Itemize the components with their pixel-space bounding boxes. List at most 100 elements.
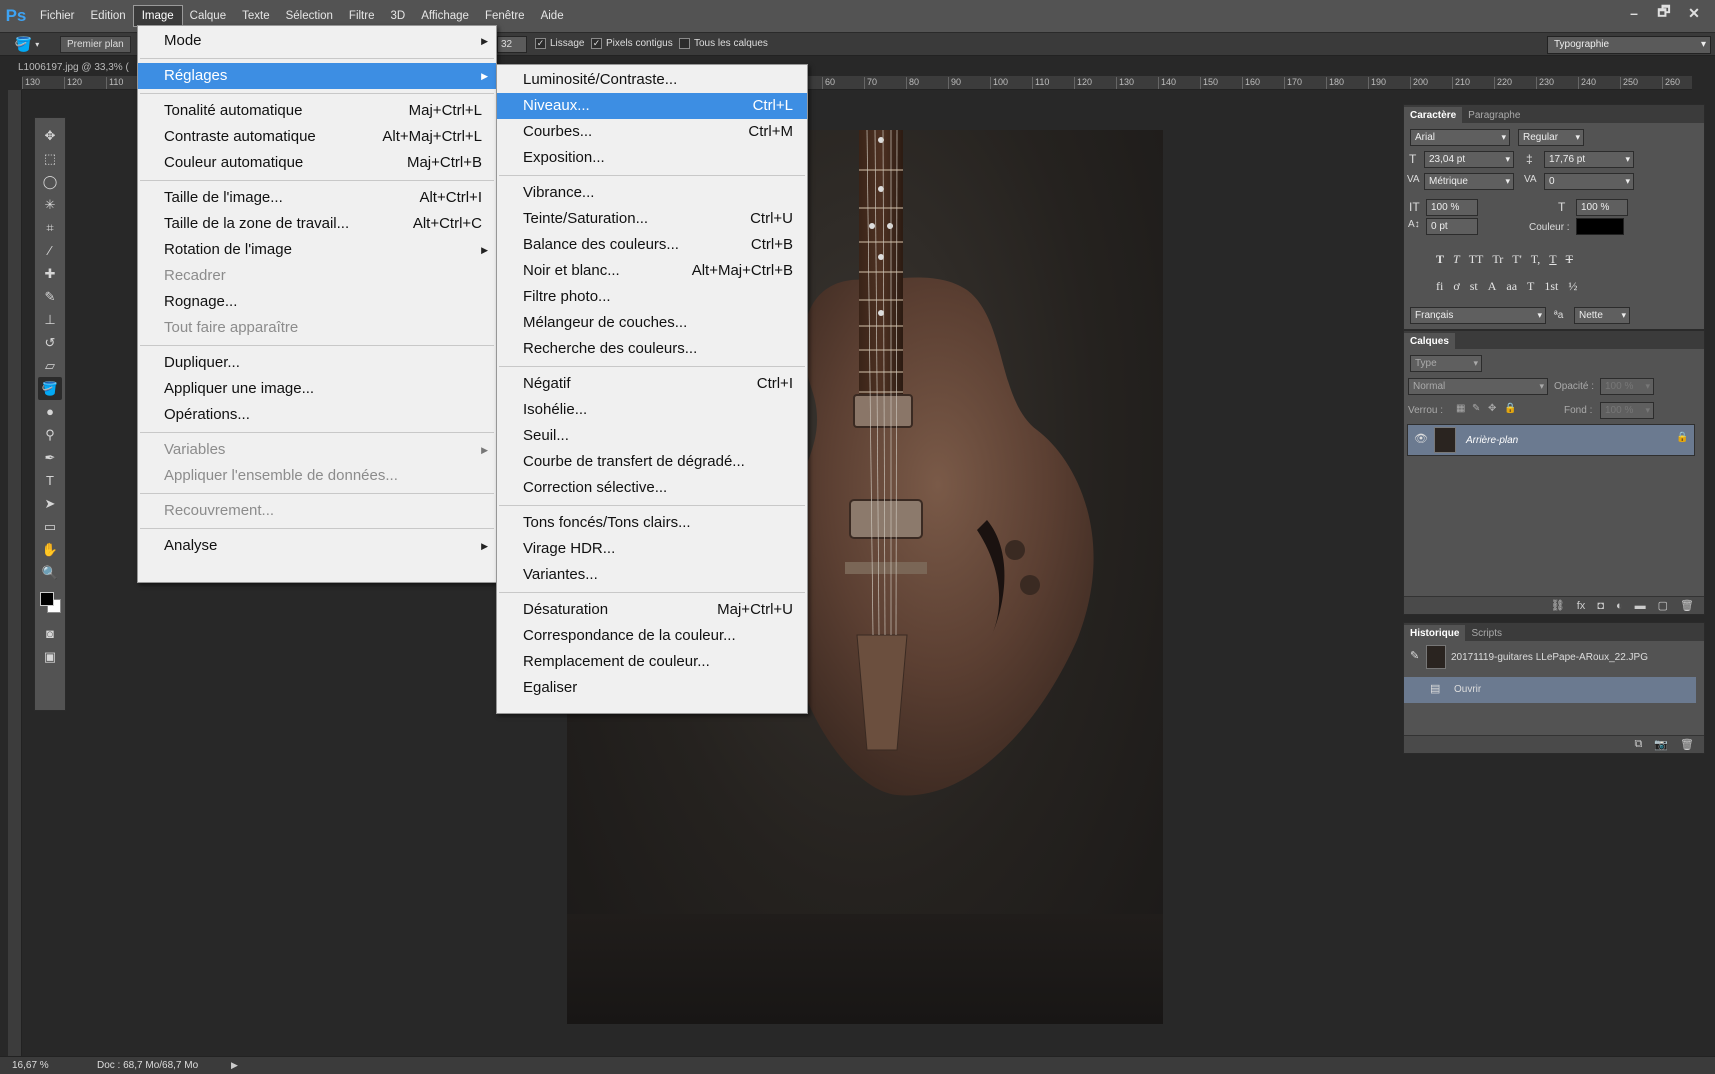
blend-mode-select[interactable]: Normal <box>1408 378 1548 395</box>
all-caps-button[interactable]: TT <box>1469 252 1484 267</box>
layer-row[interactable]: 👁 Arrière-plan 🔒 <box>1407 424 1695 456</box>
color-swatches[interactable] <box>36 588 64 618</box>
history-brush-tool-icon[interactable]: ↺ <box>38 331 62 354</box>
font-style-select[interactable]: Regular <box>1518 129 1584 146</box>
marquee-tool-icon[interactable]: ⬚ <box>38 147 62 170</box>
workspace-select[interactable]: Typographie <box>1547 36 1711 54</box>
menu-filtre[interactable]: Filtre <box>341 6 383 26</box>
reglages-menu-item[interactable]: Variantes... <box>497 562 807 588</box>
foreground-color-swatch[interactable] <box>40 592 54 606</box>
reglages-menu-item[interactable]: Tons foncés/Tons clairs... <box>497 510 807 536</box>
reglages-menu-item[interactable]: Courbe de transfert de dégradé... <box>497 449 807 475</box>
opacity-input[interactable]: 100 % <box>1600 378 1654 395</box>
menu-calque[interactable]: Calque <box>182 6 234 26</box>
reglages-menu-item[interactable]: Egaliser <box>497 675 807 701</box>
menu-3d[interactable]: 3D <box>382 6 413 26</box>
close-button[interactable]: ✕ <box>1679 2 1709 24</box>
vertical-scale-input[interactable]: 100 % <box>1426 199 1478 216</box>
hand-tool-icon[interactable]: ✋ <box>38 538 62 561</box>
pen-tool-icon[interactable]: ✒ <box>38 446 62 469</box>
camera-icon[interactable]: 📷 <box>1654 738 1668 751</box>
reglages-menu-item[interactable]: Isohélie... <box>497 397 807 423</box>
reglages-menu-item[interactable]: Courbes... Ctrl+M <box>497 119 807 145</box>
vertical-ruler[interactable] <box>8 90 22 1060</box>
document-tab[interactable]: L1006197.jpg @ 33,3% ( <box>14 60 144 76</box>
image-menu-item[interactable]: Rotation de l'image <box>138 237 496 263</box>
new-group-icon[interactable]: ▬ <box>1635 600 1646 612</box>
zoom-level[interactable]: 16,67 % <box>0 1060 95 1071</box>
image-menu-item[interactable]: Mode <box>138 28 496 54</box>
horizontal-scale-input[interactable]: 100 % <box>1576 199 1628 216</box>
reglages-menu-item[interactable]: Balance des couleurs... Ctrl+B <box>497 232 807 258</box>
small-caps-button[interactable]: Tr <box>1492 252 1503 267</box>
link-layers-icon[interactable]: ⛓ <box>1551 599 1565 612</box>
superscript-button[interactable]: T' <box>1512 252 1522 267</box>
image-menu-item[interactable]: Contraste automatique Alt+Maj+Ctrl+L <box>138 124 496 150</box>
trash-icon[interactable]: 🗑 <box>1680 599 1694 612</box>
reglages-menu-item[interactable]: Négatif Ctrl+I <box>497 371 807 397</box>
status-menu-arrow-icon[interactable]: ▶ <box>231 1060 238 1071</box>
image-menu-item[interactable]: Couleur automatique Maj+Ctrl+B <box>138 150 496 176</box>
layer-style-icon[interactable]: fx <box>1577 600 1586 612</box>
zoom-tool-icon[interactable]: 🔍 <box>38 561 62 584</box>
leading-input[interactable]: 17,76 pt <box>1544 151 1634 168</box>
tab-historique[interactable]: Historique <box>1404 625 1466 641</box>
subscript-button[interactable]: T, <box>1531 252 1540 267</box>
lissage-checkbox[interactable]: ✓ Lissage <box>535 38 584 49</box>
tool-preset-picker[interactable]: 🪣 ▾ <box>0 33 54 55</box>
magic-wand-tool-icon[interactable]: ✳ <box>38 193 62 216</box>
image-menu-item[interactable]: Rognage... <box>138 289 496 315</box>
fractions-button[interactable]: ½ <box>1568 279 1577 294</box>
reglages-menu-item[interactable]: Filtre photo... <box>497 284 807 310</box>
reglages-menu-item[interactable]: Remplacement de couleur... <box>497 649 807 675</box>
layer-filter-select[interactable]: Type <box>1410 355 1482 372</box>
reglages-menu-item[interactable]: Désaturation Maj+Ctrl+U <box>497 597 807 623</box>
fill-source-select[interactable]: Premier plan <box>60 35 131 53</box>
rectangle-tool-icon[interactable]: ▭ <box>38 515 62 538</box>
reglages-menu-item[interactable]: Mélangeur de couches... <box>497 310 807 336</box>
clone-stamp-tool-icon[interactable]: ⊥ <box>38 308 62 331</box>
lock-all-icon[interactable]: 🔒 <box>1504 403 1516 414</box>
image-menu-item[interactable]: Taille de l'image... Alt+Ctrl+I <box>138 185 496 211</box>
faux-italic-button[interactable]: T <box>1453 252 1460 267</box>
tous-les-calques-checkbox[interactable]: Tous les calques <box>679 38 768 49</box>
fill-input[interactable]: 100 % <box>1600 402 1654 419</box>
dodge-tool-icon[interactable]: ⚲ <box>38 423 62 446</box>
faux-bold-button[interactable]: T <box>1436 252 1444 267</box>
image-menu-item[interactable]: Réglages <box>138 63 496 89</box>
reglages-menu-item[interactable]: Virage HDR... <box>497 536 807 562</box>
tab-calques[interactable]: Calques <box>1404 333 1455 349</box>
eraser-tool-icon[interactable]: ▱ <box>38 354 62 377</box>
restore-button[interactable]: 🗗 <box>1649 2 1679 24</box>
image-menu-item[interactable]: Taille de la zone de travail... Alt+Ctrl+… <box>138 211 496 237</box>
discretionary-ligatures-button[interactable]: ơ <box>1453 279 1459 294</box>
reglages-menu-item[interactable]: Niveaux... Ctrl+L <box>497 93 807 119</box>
reglages-menu-item[interactable]: Teinte/Saturation... Ctrl+U <box>497 206 807 232</box>
baseline-shift-input[interactable]: 0 pt <box>1426 218 1478 235</box>
paint-bucket-tool-icon[interactable]: 🪣 <box>38 377 62 400</box>
history-brush-source-icon[interactable]: ✎ <box>1410 649 1419 662</box>
tab-caractere[interactable]: Caractère <box>1404 107 1463 123</box>
reglages-menu-item[interactable]: Correction sélective... <box>497 475 807 501</box>
reglages-menu-item[interactable]: Exposition... <box>497 145 807 171</box>
blur-tool-icon[interactable]: ● <box>38 400 62 423</box>
eyedropper-tool-icon[interactable]: ⁄ <box>38 239 62 262</box>
lock-brush-icon[interactable]: ✎ <box>1472 403 1480 414</box>
layer-name[interactable]: Arrière-plan <box>1466 435 1518 446</box>
history-step[interactable]: ▤ Ouvrir <box>1404 677 1696 703</box>
image-menu-item[interactable]: Tonalité automatique Maj+Ctrl+L <box>138 98 496 124</box>
menu-selection[interactable]: Sélection <box>278 6 341 26</box>
screen-mode-icon[interactable]: ▣ <box>38 645 62 668</box>
pixels-contigus-checkbox[interactable]: ✓ Pixels contigus <box>591 38 673 49</box>
menu-texte[interactable]: Texte <box>234 6 278 26</box>
new-document-from-state-icon[interactable]: ⧉ <box>1634 738 1642 751</box>
ligatures-button[interactable]: fi <box>1436 279 1443 294</box>
reglages-menu-item[interactable]: Recherche des couleurs... <box>497 336 807 362</box>
new-layer-icon[interactable]: ▢ <box>1658 599 1668 612</box>
text-color-swatch[interactable] <box>1576 218 1624 235</box>
kerning-select[interactable]: Métrique <box>1424 173 1514 190</box>
move-tool-icon[interactable]: ✥ <box>38 124 62 147</box>
image-menu-item[interactable]: Appliquer une image... <box>138 376 496 402</box>
brush-tool-icon[interactable]: ✎ <box>38 285 62 308</box>
font-family-select[interactable]: Arial <box>1410 129 1510 146</box>
